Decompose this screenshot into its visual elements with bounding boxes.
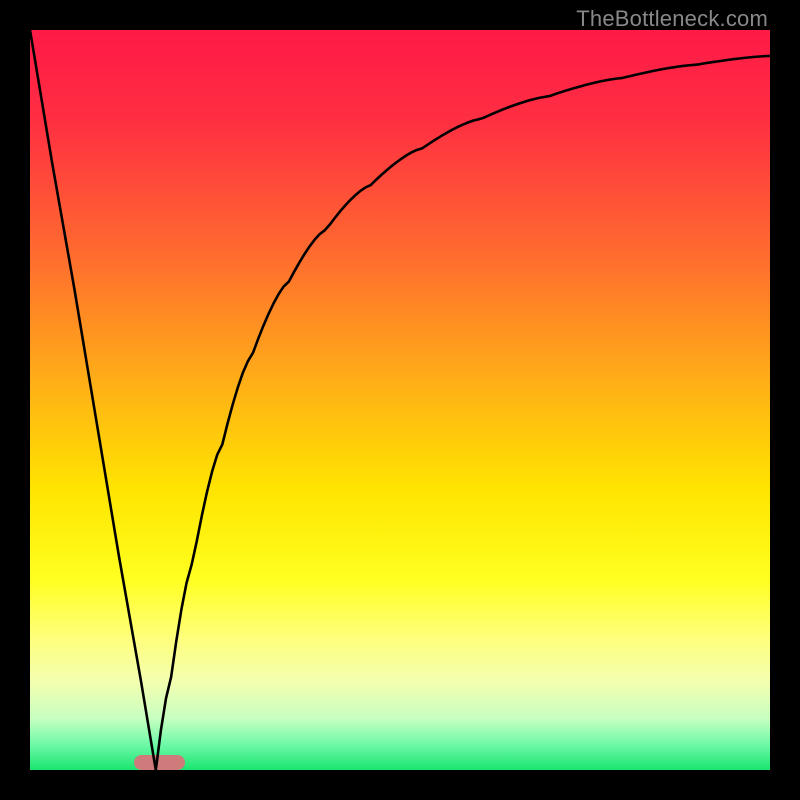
curve-left-branch: [30, 30, 156, 770]
bottleneck-curve: [30, 30, 770, 770]
chart-frame: TheBottleneck.com: [0, 0, 800, 800]
curve-right-branch: [156, 56, 770, 770]
watermark-text: TheBottleneck.com: [576, 6, 768, 32]
plot-area: [30, 30, 770, 770]
